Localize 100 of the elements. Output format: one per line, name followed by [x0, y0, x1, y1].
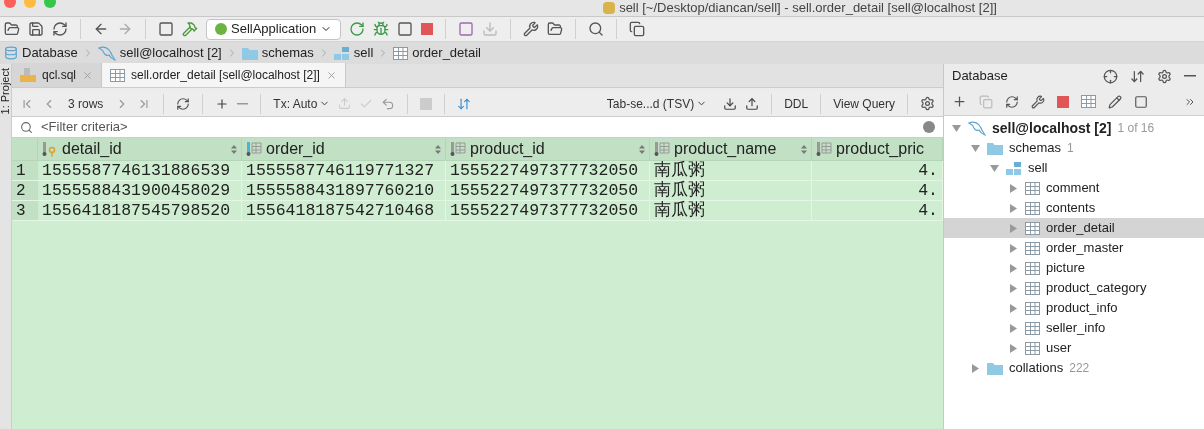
- breadcrumb-item[interactable]: sell@localhost [2]: [97, 43, 222, 63]
- table-icon: [1025, 181, 1040, 195]
- tree-item[interactable]: order_detail: [944, 218, 1204, 238]
- expanded-arrow-icon[interactable]: [970, 144, 980, 152]
- row-number: 3: [12, 201, 38, 220]
- reload-icon: [176, 96, 191, 111]
- tree-item[interactable]: product_info: [944, 298, 1204, 318]
- row-count: 3 rows: [67, 95, 105, 113]
- sql-file-icon: [20, 68, 36, 82]
- breadcrumb-item[interactable]: schemas: [241, 43, 314, 63]
- transaction-mode-dropdown[interactable]: Tx: Auto: [273, 94, 331, 113]
- stop-icon[interactable]: [1057, 95, 1069, 108]
- column-header[interactable]: detail_id: [38, 138, 242, 160]
- schema-icon: [333, 46, 350, 60]
- tree-item-label: order_detail: [1046, 219, 1115, 238]
- column-header[interactable]: product_id: [446, 138, 650, 160]
- tab-label: sell.order_detail [sell@localhost [2]]: [131, 67, 320, 84]
- tree-item[interactable]: seller_info: [944, 318, 1204, 338]
- tree-item-label: product_category: [1046, 279, 1147, 298]
- tree-item[interactable]: product_category: [944, 278, 1204, 298]
- folder-icon: [987, 141, 1003, 155]
- tree-item-label: sell@localhost [2]: [992, 118, 1112, 138]
- table-cell: 南瓜粥: [650, 161, 812, 180]
- table-icon: [1025, 341, 1040, 355]
- hammer-icon: [182, 21, 198, 37]
- tree-item[interactable]: user: [944, 338, 1204, 358]
- collapsed-arrow-icon[interactable]: [971, 363, 979, 373]
- back-icon: [93, 21, 109, 37]
- search-icon: [588, 21, 605, 37]
- settings-icon: [1157, 68, 1172, 84]
- sort-icon[interactable]: [231, 144, 237, 154]
- refresh-icon: [1005, 94, 1019, 109]
- run-configuration-dropdown[interactable]: SellApplication: [206, 18, 342, 40]
- tree-item[interactable]: picture: [944, 258, 1204, 278]
- breadcrumb-item[interactable]: sell: [333, 43, 374, 63]
- close-icon[interactable]: [82, 69, 93, 81]
- project-tool-tab[interactable]: 1: Project: [0, 68, 14, 115]
- table-cell: 1555227497377732050: [446, 161, 650, 180]
- tree-item[interactable]: collations 222: [944, 358, 1204, 378]
- table-icon: [1025, 261, 1040, 275]
- delete-row-icon[interactable]: [237, 102, 249, 105]
- crosshair-icon: [1103, 68, 1118, 84]
- table-icon: [1081, 95, 1096, 108]
- tree-item[interactable]: comment: [944, 178, 1204, 198]
- panel-title: Database: [952, 67, 1009, 86]
- table-icon: [1025, 201, 1040, 215]
- item-count: 1 of 16: [1117, 120, 1155, 137]
- ddl-button[interactable]: DDL: [784, 94, 809, 113]
- sort-icon[interactable]: [639, 144, 645, 154]
- tree-item-label: picture: [1046, 259, 1086, 278]
- edit-icon: [1108, 94, 1122, 109]
- duplicate-icon: [979, 94, 993, 109]
- column-name: order_id: [266, 139, 326, 159]
- sort-icon[interactable]: [801, 144, 807, 154]
- export-format-dropdown[interactable]: Tab-se...d (TSV): [606, 94, 708, 113]
- expanded-arrow-icon[interactable]: [951, 124, 961, 132]
- tree-item[interactable]: order_master: [944, 238, 1204, 258]
- column-header[interactable]: order_id: [242, 138, 446, 160]
- table-cell: 1555588431900458029: [38, 181, 242, 200]
- table-cell: 1555227497377732050: [446, 181, 650, 200]
- column-name: product_id: [470, 139, 546, 159]
- table-cell: 1555588431897760210: [242, 181, 446, 200]
- bug-icon: [373, 21, 390, 37]
- table-cell: 1555227497377732050: [446, 201, 650, 220]
- sync-icon: [52, 21, 68, 37]
- sort-icon[interactable]: [435, 144, 441, 154]
- column-header[interactable]: product_name: [650, 138, 812, 160]
- tree-item[interactable]: sell@localhost [2] 1 of 16: [944, 118, 1204, 138]
- table-icon: [1025, 321, 1040, 335]
- tree-item[interactable]: contents: [944, 198, 1204, 218]
- tree-item[interactable]: schemas 1: [944, 138, 1204, 158]
- column-name: detail_id: [62, 139, 123, 159]
- rollback-icon: [381, 96, 396, 111]
- breadcrumb-item[interactable]: Database: [4, 43, 78, 63]
- key-column-icon: [42, 141, 58, 157]
- tree-item-label: schemas: [1009, 139, 1062, 158]
- table-icon: [1025, 241, 1040, 255]
- editor-tab[interactable]: qcl.sql: [12, 63, 102, 87]
- expanded-arrow-icon[interactable]: [989, 164, 999, 172]
- close-icon[interactable]: [325, 69, 337, 81]
- editor-tab[interactable]: sell.order_detail [sell@localhost [2]]: [102, 63, 346, 87]
- table-icon: [110, 68, 125, 82]
- breadcrumb-item[interactable]: order_detail: [393, 43, 481, 63]
- view-query-button[interactable]: View Query: [833, 94, 895, 113]
- database-icon: [4, 46, 18, 60]
- column-icon: [654, 141, 670, 157]
- table-cell: 1555587746119771327: [242, 161, 446, 180]
- minimize-icon[interactable]: [1184, 75, 1196, 77]
- folder-icon: [987, 361, 1003, 375]
- tree-item[interactable]: sell: [944, 158, 1204, 178]
- tree-item-label: seller_info: [1046, 319, 1106, 338]
- tree-item-label: order_master: [1046, 239, 1124, 258]
- forward-icon: [117, 21, 133, 37]
- stop-icon[interactable]: [421, 23, 434, 35]
- item-count: 222: [1069, 360, 1090, 377]
- open-icon: [4, 21, 20, 37]
- row-number: 2: [12, 181, 38, 200]
- tree-item-label: user: [1046, 339, 1072, 358]
- item-count: 1: [1067, 140, 1074, 157]
- dolphin-icon: [968, 120, 986, 136]
